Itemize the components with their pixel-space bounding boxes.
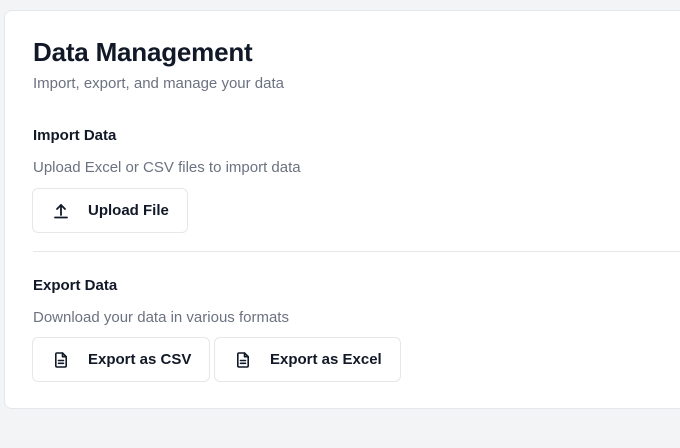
export-excel-button[interactable]: Export as Excel — [214, 337, 401, 382]
export-section-description: Download your data in various formats — [33, 309, 289, 326]
file-icon — [52, 351, 70, 369]
section-divider — [33, 251, 680, 252]
upload-icon — [52, 202, 70, 220]
file-icon — [234, 351, 252, 369]
upload-file-button[interactable]: Upload File — [32, 188, 188, 233]
export-csv-button[interactable]: Export as CSV — [32, 337, 211, 382]
import-section-title: Import Data — [33, 127, 117, 144]
import-section-description: Upload Excel or CSV files to import data — [33, 159, 301, 176]
page-subtitle: Import, export, and manage your data — [33, 75, 284, 92]
data-management-card: Data Management Import, export, and mana… — [4, 10, 680, 409]
export-csv-label: Export as CSV — [88, 351, 192, 368]
page-title: Data Management — [33, 37, 253, 67]
upload-file-label: Upload File — [88, 202, 169, 219]
export-excel-label: Export as Excel — [270, 351, 382, 368]
export-section-title: Export Data — [33, 277, 118, 294]
